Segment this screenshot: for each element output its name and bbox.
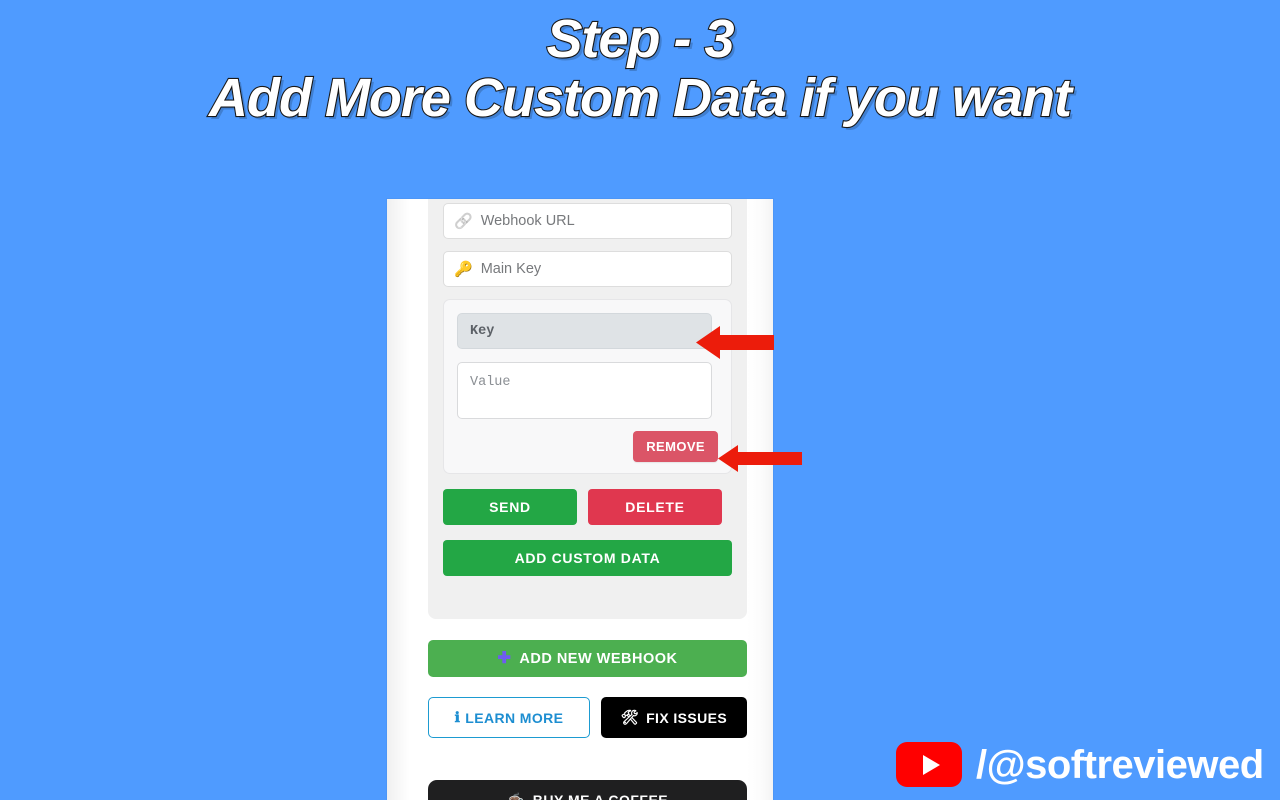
fix-issues-button[interactable]: 🛠 FIX ISSUES [601, 697, 747, 738]
plus-icon: ✚ [497, 649, 512, 667]
webhook-card: 🔗 Webhook URL 🔑 Main Key Key Value REMOV… [428, 199, 747, 619]
send-button[interactable]: SEND [443, 489, 577, 525]
main-key-input[interactable]: 🔑 Main Key [443, 251, 732, 287]
annotation-arrow-remove [718, 445, 802, 472]
remove-button[interactable]: REMOVE [633, 431, 718, 462]
youtube-play-triangle [922, 754, 940, 775]
step-title-line-1: Step - 3 [545, 9, 735, 69]
link-icon: 🔗 [454, 212, 473, 230]
delete-button[interactable]: DELETE [588, 489, 722, 525]
webhook-url-placeholder: Webhook URL [480, 213, 575, 229]
custom-data-card: Key Value REMOVE [443, 299, 732, 474]
app-content: 🔗 Webhook URL 🔑 Main Key Key Value REMOV… [428, 199, 747, 800]
add-custom-data-button[interactable]: ADD CUSTOM DATA [443, 540, 732, 576]
fix-issues-label: FIX ISSUES [646, 709, 728, 726]
custom-data-key-input[interactable]: Key [457, 313, 712, 349]
app-screenshot-panel: 🔗 Webhook URL 🔑 Main Key Key Value REMOV… [387, 199, 773, 800]
panel-left-gutter [387, 199, 428, 800]
info-icon: ℹ [454, 709, 461, 725]
add-new-webhook-label: ADD NEW WEBHOOK [519, 650, 678, 667]
youtube-icon [896, 742, 962, 787]
send-delete-row: SEND DELETE [443, 489, 732, 525]
step-title-block: Step - 3 Add More Custom Data if you wan… [0, 9, 1280, 129]
buy-me-a-coffee-label: BUY ME A COFFEE [532, 792, 669, 800]
custom-data-value-textarea[interactable]: Value [457, 362, 712, 419]
main-key-placeholder: Main Key [480, 261, 542, 277]
buy-me-a-coffee-button[interactable]: ☕ BUY ME A COFFEE [428, 780, 747, 800]
custom-data-value-placeholder: Value [470, 375, 511, 390]
learn-more-button[interactable]: ℹ LEARN MORE [428, 697, 590, 738]
learn-more-label: LEARN MORE [465, 709, 564, 726]
youtube-handle: /@softreviewed [976, 742, 1264, 787]
remove-row: REMOVE [457, 431, 718, 462]
panel-right-gutter [747, 199, 773, 800]
coffee-icon: ☕ [506, 791, 525, 800]
step-title-line-2: Add More Custom Data if you want [208, 68, 1073, 129]
help-buttons-row: ℹ LEARN MORE 🛠 FIX ISSUES [428, 697, 747, 738]
webhook-url-input[interactable]: 🔗 Webhook URL [443, 203, 732, 239]
custom-data-key-placeholder: Key [470, 323, 495, 339]
add-new-webhook-button[interactable]: ✚ ADD NEW WEBHOOK [428, 640, 747, 677]
key-icon: 🔑 [454, 260, 473, 278]
annotation-arrow-key [696, 326, 774, 359]
youtube-watermark: /@softreviewed [896, 742, 1264, 787]
tools-icon: 🛠 [620, 709, 640, 725]
